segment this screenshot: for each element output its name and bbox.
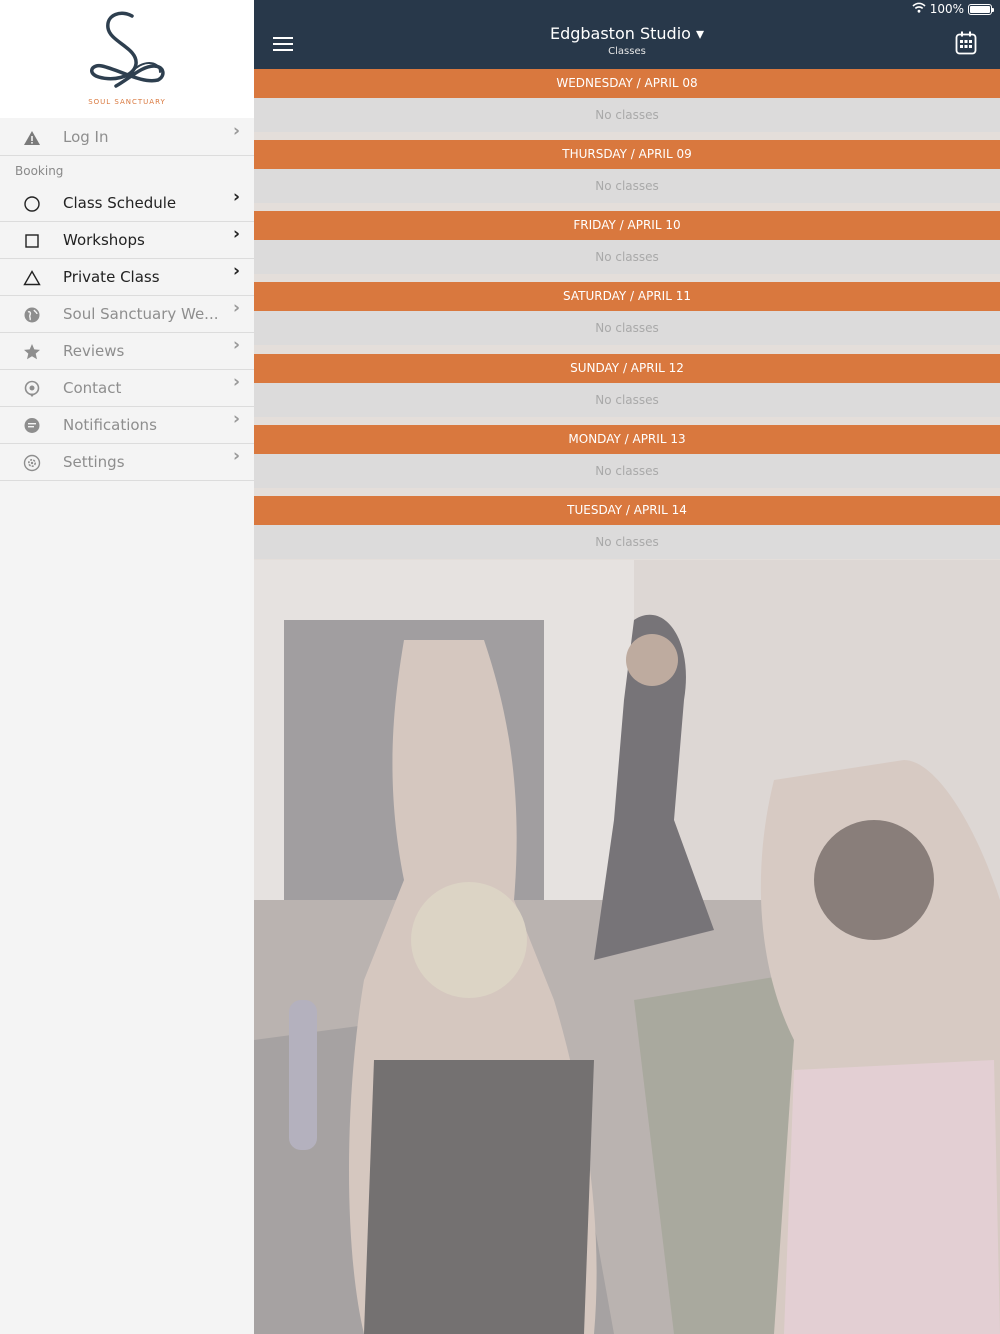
chevron-right-icon: › (232, 121, 240, 141)
studio-selector[interactable]: Edgbaston Studio ▾ Classes (254, 24, 1000, 57)
location-pin-icon (22, 379, 42, 399)
sidebar-item-label: Notifications (63, 416, 157, 434)
sidebar-item-label: Contact (63, 379, 122, 397)
sidebar-item-notifications[interactable]: Notifications › (0, 407, 254, 444)
square-icon (22, 231, 42, 251)
chevron-right-icon: › (232, 261, 240, 281)
day-header: SATURDAY / APRIL 11 (254, 282, 1000, 311)
star-icon (22, 342, 42, 362)
studio-title: Edgbaston Studio ▾ (549, 24, 705, 43)
sidebar-item-workshops[interactable]: Workshops › (0, 222, 254, 259)
booking-section-label: Booking (15, 164, 64, 178)
sidebar-item-private-class[interactable]: Private Class › (0, 259, 254, 296)
sidebar-item-reviews[interactable]: Reviews › (0, 333, 254, 370)
chevron-right-icon: › (232, 224, 240, 244)
top-navigation-bar: 100% Edgbaston Studio ▾ Classes (254, 0, 1000, 69)
chevron-right-icon: › (232, 335, 240, 355)
gear-icon (22, 453, 42, 473)
day-header: WEDNESDAY / APRIL 08 (254, 69, 1000, 98)
login-menu-item[interactable]: Log In › (0, 119, 254, 156)
day-header: TUESDAY / APRIL 14 (254, 496, 1000, 525)
triangle-icon (22, 268, 42, 288)
no-classes-row: No classes (254, 383, 1000, 417)
sidebar-item-label: Private Class (63, 268, 160, 286)
globe-icon (22, 305, 42, 325)
login-label: Log In (63, 128, 109, 146)
side-menu: SOUL SANCTUARY Log In › Booking Class Sc… (0, 0, 254, 1334)
day-header: THURSDAY / APRIL 09 (254, 140, 1000, 169)
sidebar-item-class-schedule[interactable]: Class Schedule › (0, 185, 254, 222)
no-classes-row: No classes (254, 525, 1000, 559)
calendar-icon[interactable] (955, 31, 977, 55)
no-classes-row: No classes (254, 169, 1000, 203)
no-classes-row: No classes (254, 98, 1000, 132)
no-classes-row: No classes (254, 311, 1000, 345)
chevron-right-icon: › (232, 372, 240, 392)
brand-logo: SOUL SANCTUARY (0, 0, 254, 118)
no-classes-row: No classes (254, 240, 1000, 274)
battery-icon (968, 3, 994, 15)
chevron-right-icon: › (232, 409, 240, 429)
main-content: 100% Edgbaston Studio ▾ Classes WEDNESDA… (254, 0, 1000, 1334)
logo-text: SOUL SANCTUARY (88, 98, 166, 106)
sidebar-item-label: Reviews (63, 342, 125, 360)
chevron-right-icon: › (232, 187, 240, 207)
sidebar-item-label: Settings (63, 453, 125, 471)
day-header: FRIDAY / APRIL 10 (254, 211, 1000, 240)
day-header: MONDAY / APRIL 13 (254, 425, 1000, 454)
wifi-icon (912, 2, 926, 16)
snake-logo-icon (90, 11, 165, 88)
sidebar-item-label: Soul Sanctuary We... (63, 305, 219, 323)
chevron-right-icon: › (232, 446, 240, 466)
sidebar-item-settings[interactable]: Settings › (0, 444, 254, 481)
chat-bubble-icon (22, 416, 42, 436)
day-header: SUNDAY / APRIL 12 (254, 354, 1000, 383)
circle-icon (22, 194, 42, 214)
sidebar-item-label: Class Schedule (63, 194, 177, 212)
page-subtitle: Classes (608, 46, 646, 57)
chevron-right-icon: › (232, 298, 240, 318)
sidebar-item-website[interactable]: Soul Sanctuary We... › (0, 296, 254, 333)
no-classes-row: No classes (254, 454, 1000, 488)
battery-percent: 100% (929, 2, 964, 16)
status-bar: 100% (912, 2, 994, 16)
warning-icon (22, 128, 42, 148)
sidebar-item-label: Workshops (63, 231, 145, 249)
sidebar-item-contact[interactable]: Contact › (0, 370, 254, 407)
